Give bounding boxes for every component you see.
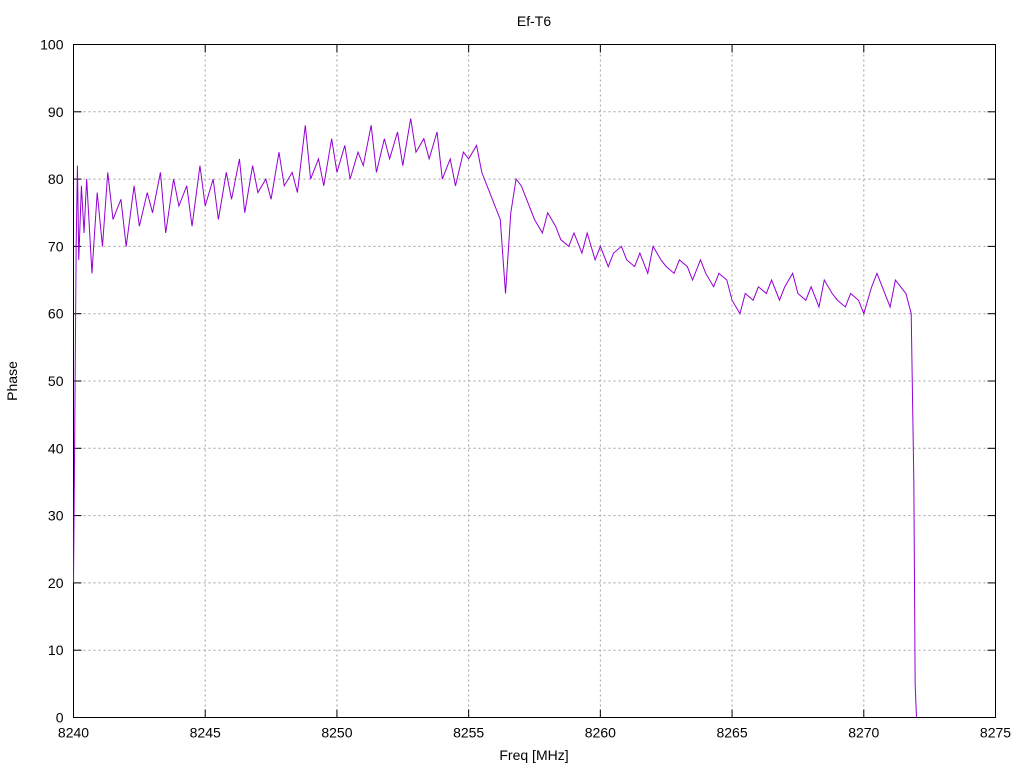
y-tick-label: 70 [48, 238, 64, 254]
y-tick-label: 30 [48, 508, 64, 524]
y-axis-label: Phase [4, 361, 20, 401]
phase-chart: Ef-T6 8240 8245 8250 8255 8260 8265 8270 8275 0… [4, 13, 1011, 763]
x-tick-label: 8260 [585, 725, 616, 741]
grid [73, 44, 996, 718]
y-tick-label: 90 [48, 104, 64, 120]
y-tick-label: 60 [48, 306, 64, 322]
series-layer [73, 118, 917, 718]
y-tick-label: 100 [40, 37, 64, 53]
x-tick-label: 8245 [190, 725, 221, 741]
y-tick-label: 80 [48, 171, 64, 187]
x-tick-labels: 8240 8245 8250 8255 8260 8265 8270 8275 [58, 725, 1011, 741]
y-tick-label: 40 [48, 440, 64, 456]
x-tick-label: 8255 [453, 725, 484, 741]
x-tick-label: 8275 [980, 725, 1011, 741]
y-tick-label: 20 [48, 575, 64, 591]
y-tick-label: 0 [56, 710, 64, 726]
x-tick-label: 8250 [321, 725, 352, 741]
y-tick-label: 10 [48, 642, 64, 658]
chart-title: Ef-T6 [517, 13, 551, 29]
series-line [73, 118, 917, 718]
x-tick-label: 8270 [848, 725, 879, 741]
x-axis-label: Freq [MHz] [499, 747, 568, 763]
y-tick-label: 50 [48, 373, 64, 389]
y-tick-labels: 0 10 20 30 40 50 60 70 80 90 100 [40, 37, 64, 726]
x-tick-label: 8240 [58, 725, 89, 741]
x-tick-label: 8265 [716, 725, 747, 741]
